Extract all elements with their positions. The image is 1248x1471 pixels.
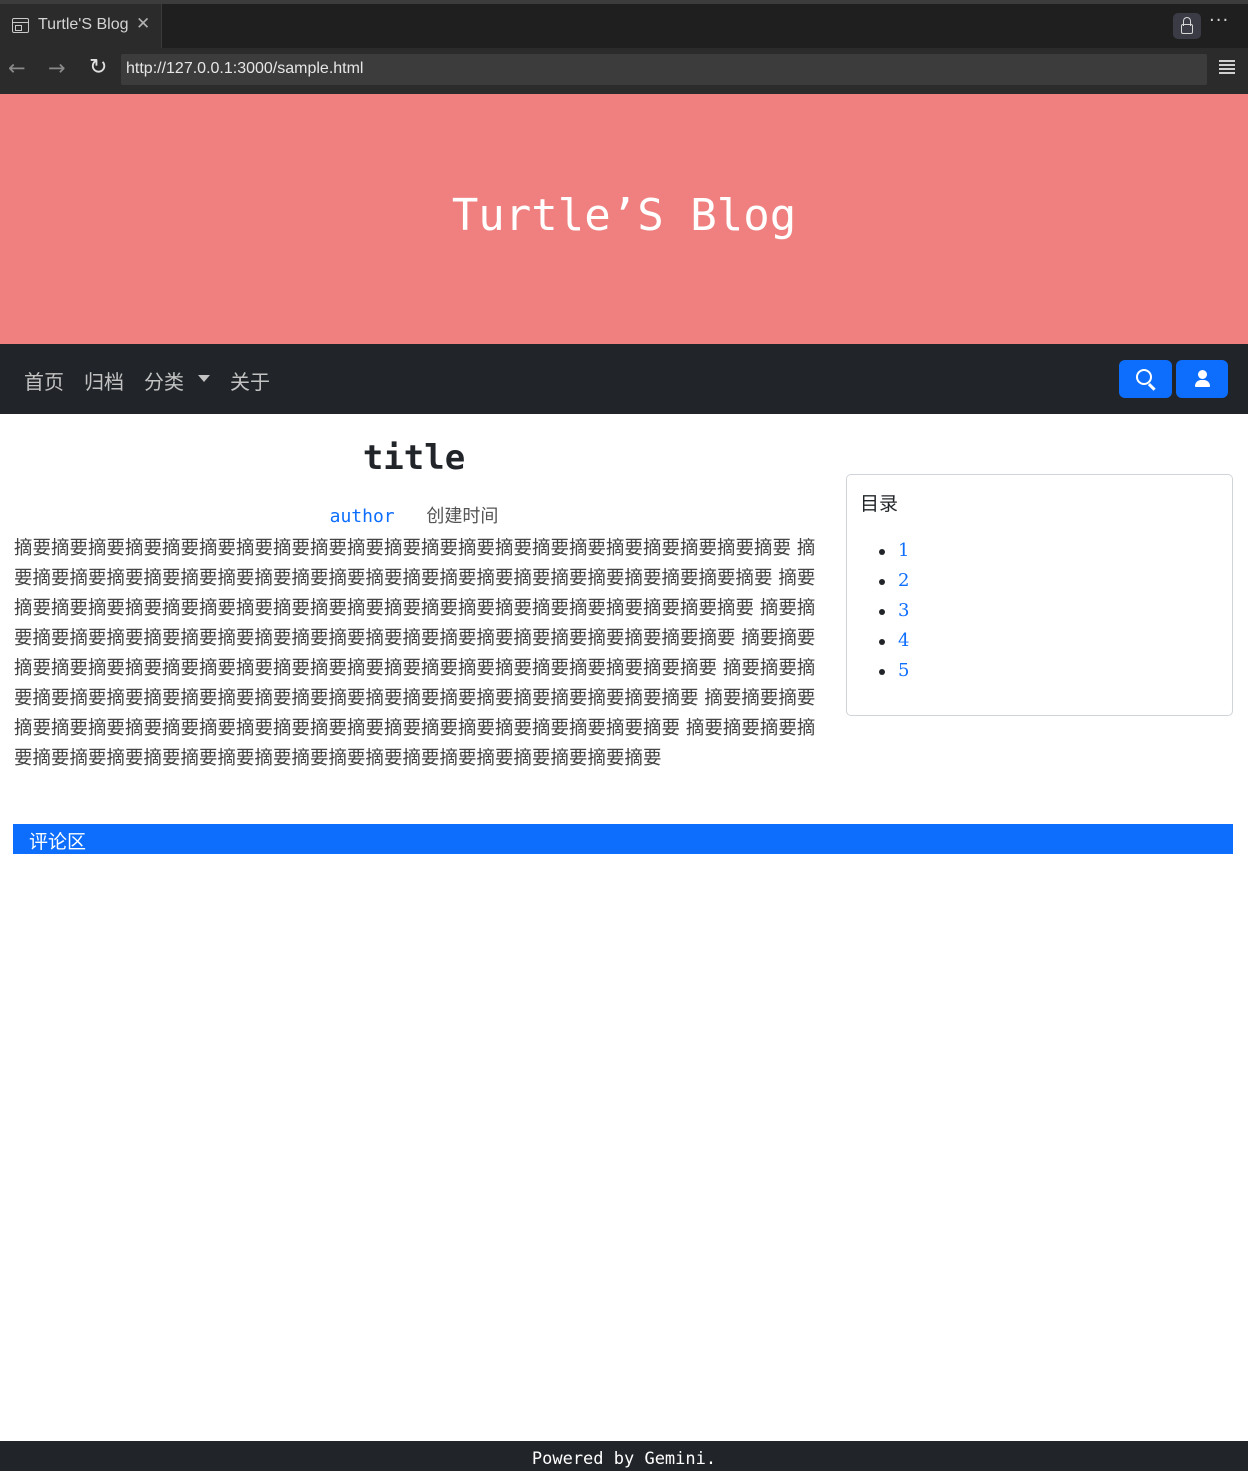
toc-item: 1 — [861, 536, 909, 566]
site-banner: Turtle’S Blog — [0, 94, 1248, 344]
caret-down-icon[interactable] — [198, 375, 210, 382]
search-icon-handle — [1148, 383, 1156, 391]
url-input[interactable]: http://127.0.0.1:3000/sample.html — [121, 54, 1207, 85]
page-icon — [12, 18, 29, 33]
toc-list: 1 2 3 4 5 — [861, 536, 909, 686]
toc-link[interactable]: 5 — [898, 660, 909, 681]
toc-item: 2 — [861, 566, 909, 596]
nav-about[interactable]: 关于 — [230, 366, 270, 395]
menu-icon[interactable] — [1219, 60, 1235, 74]
back-arrow-icon[interactable]: ← — [8, 56, 26, 80]
browser-tab[interactable]: Turtle'S Blog ✕ — [0, 4, 162, 48]
toc-link[interactable]: 1 — [898, 540, 909, 561]
post-meta: author 创建时间 — [14, 502, 814, 528]
reload-icon[interactable]: ↻ — [89, 55, 107, 80]
forward-arrow-icon[interactable]: → — [48, 56, 66, 80]
tab-title: Turtle'S Blog — [38, 16, 129, 33]
post-created-time: 创建时间 — [426, 506, 499, 527]
toc-link[interactable]: 3 — [898, 600, 909, 621]
footer-text: Powered by Gemini. — [531, 1449, 717, 1469]
toc-item: 5 — [861, 656, 909, 686]
page-footer: Powered by Gemini. — [0, 1441, 1248, 1471]
address-bar: ← → ↻ http://127.0.0.1:3000/sample.html — [0, 48, 1248, 94]
toc-link[interactable]: 2 — [898, 570, 909, 591]
main-navbar: 首页 归档 分类 关于 — [0, 344, 1248, 414]
url-text: http://127.0.0.1:3000/sample.html — [126, 60, 364, 77]
comments-label: 评论区 — [29, 831, 87, 853]
search-button[interactable] — [1119, 360, 1172, 398]
toc-link[interactable]: 4 — [898, 630, 909, 651]
nav-archive[interactable]: 归档 — [84, 366, 124, 395]
user-icon-body — [1195, 380, 1210, 387]
lock-button[interactable] — [1173, 13, 1201, 39]
more-options-icon[interactable]: ··· — [1209, 10, 1229, 31]
nav-category-dropdown[interactable]: 分类 — [144, 366, 184, 395]
post-title: title — [362, 438, 466, 478]
post-author-link[interactable]: author — [330, 506, 395, 527]
table-of-contents: 目录 1 2 3 4 5 — [846, 474, 1233, 716]
site-title: Turtle’S Blog — [451, 190, 797, 241]
toc-item: 3 — [861, 596, 909, 626]
tab-bar: Turtle'S Blog ✕ ··· — [0, 4, 1248, 48]
nav-home[interactable]: 首页 — [24, 366, 64, 395]
close-tab-icon[interactable]: ✕ — [136, 14, 150, 34]
toc-title: 目录 — [860, 493, 899, 515]
post-summary: 摘要摘要摘要摘要摘要摘要摘要摘要摘要摘要摘要摘要摘要摘要摘要摘要摘要摘要摘要摘要… — [14, 538, 816, 769]
user-button[interactable] — [1176, 360, 1228, 398]
comments-section-header: 评论区 — [13, 824, 1233, 854]
toc-item: 4 — [861, 626, 909, 656]
user-icon — [1198, 370, 1207, 379]
lock-icon-body — [1181, 24, 1193, 34]
